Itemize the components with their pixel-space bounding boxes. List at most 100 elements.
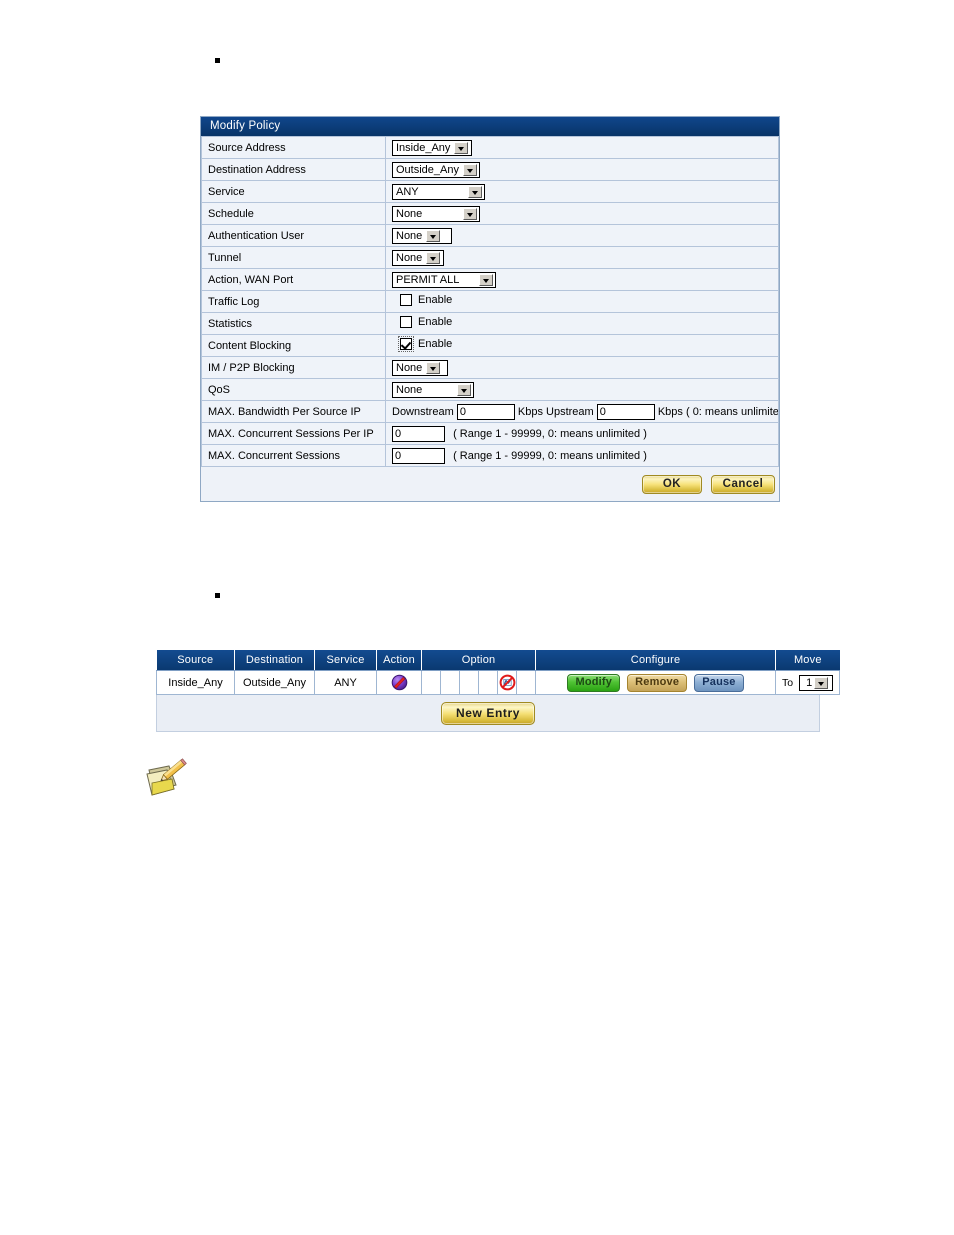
form-row-max-concurrent-sessions-per-ip: MAX. Concurrent Sessions Per IP ( Range … — [201, 422, 779, 445]
chevron-down-icon[interactable] — [462, 163, 477, 176]
modify-policy-panel: Modify Policy Source Address Inside_Any … — [200, 116, 780, 502]
form-button-row: OK Cancel — [201, 467, 779, 501]
chevron-down-icon[interactable] — [463, 207, 477, 220]
upstream-label: Upstream — [546, 405, 594, 418]
label-statistics: Statistics — [201, 312, 386, 335]
service-select[interactable]: ANY — [392, 183, 485, 200]
kbps-label-downstream: Kbps — [517, 405, 543, 418]
pause-button[interactable]: Pause — [694, 673, 744, 692]
cell-move: To 1 — [775, 670, 841, 695]
bullet-item-1 — [215, 58, 228, 63]
field-tunnel: None — [385, 246, 779, 269]
label-max-concurrent-sessions: MAX. Concurrent Sessions — [201, 444, 386, 467]
new-entry-button[interactable]: New Entry — [440, 702, 536, 725]
form-row-source-address: Source Address Inside_Any — [201, 136, 779, 159]
statistics-checkbox[interactable] — [400, 316, 412, 328]
authentication-user-select[interactable]: None — [392, 227, 452, 244]
content-blocking-icon — [499, 674, 516, 691]
label-max-bandwidth-per-source-ip: MAX. Bandwidth Per Source IP — [201, 400, 386, 423]
cell-option-content-blocking — [497, 670, 517, 695]
modify-button[interactable]: Modify — [567, 673, 621, 692]
source-address-value: Inside_Any — [396, 141, 451, 154]
field-qos: None — [385, 378, 779, 401]
im-p2p-blocking-select[interactable]: None — [392, 359, 448, 376]
permit-all-icon — [391, 674, 408, 691]
bullet-item-2 — [215, 593, 228, 598]
label-destination-address: Destination Address — [201, 158, 386, 181]
chevron-down-icon[interactable] — [468, 185, 482, 198]
sessions-per-ip-hint: ( Range 1 - 99999, 0: means unlimited ) — [453, 427, 647, 440]
traffic-log-checkbox[interactable] — [400, 294, 412, 306]
chevron-down-icon[interactable] — [479, 273, 493, 286]
downstream-label: Downstream — [392, 405, 454, 418]
field-destination-address: Outside_Any — [385, 158, 779, 181]
move-to-select[interactable]: 1 — [799, 674, 834, 691]
schedule-select[interactable]: None — [392, 205, 480, 222]
max-concurrent-sessions-input[interactable] — [392, 447, 445, 464]
service-value: ANY — [396, 185, 419, 198]
kbps-label-upstream: Kbps — [657, 405, 683, 418]
chevron-down-icon[interactable] — [454, 141, 469, 154]
form-row-service: Service ANY — [201, 180, 779, 203]
destination-address-value: Outside_Any — [396, 163, 459, 176]
destination-address-select[interactable]: Outside_Any — [392, 161, 480, 178]
column-header-source: Source — [156, 650, 235, 671]
chevron-down-icon[interactable] — [814, 676, 829, 689]
field-action-wan-port: PERMIT ALL — [385, 268, 779, 291]
bandwidth-hint: ( 0: means unlimited ) — [685, 405, 779, 418]
upstream-input[interactable] — [596, 403, 655, 420]
policy-list-header-row: Source Destination Service Action Option… — [156, 650, 840, 671]
cell-configure: Modify Remove Pause — [535, 670, 777, 695]
remove-button[interactable]: Remove — [627, 673, 688, 692]
field-max-concurrent-sessions-per-ip: ( Range 1 - 99999, 0: means unlimited ) — [385, 422, 779, 445]
form-row-max-concurrent-sessions: MAX. Concurrent Sessions ( Range 1 - 999… — [201, 444, 779, 467]
cell-service: ANY — [314, 670, 377, 695]
form-row-tunnel: Tunnel None — [201, 246, 779, 269]
column-header-destination: Destination — [234, 650, 315, 671]
tunnel-select[interactable]: None — [392, 249, 444, 266]
max-concurrent-sessions-per-ip-input[interactable] — [392, 425, 445, 442]
sessions-hint: ( Range 1 - 99999, 0: means unlimited ) — [453, 449, 647, 462]
form-row-qos: QoS None — [201, 378, 779, 401]
form-row-traffic-log: Traffic Log Enable — [201, 290, 779, 313]
column-header-option: Option — [421, 650, 537, 671]
label-max-concurrent-sessions-per-ip: MAX. Concurrent Sessions Per IP — [201, 422, 386, 445]
column-header-configure: Configure — [535, 650, 777, 671]
chevron-down-icon[interactable] — [426, 251, 441, 264]
chevron-down-icon[interactable] — [457, 383, 471, 396]
content-blocking-checkbox[interactable] — [398, 336, 414, 352]
cancel-button[interactable]: Cancel — [711, 475, 775, 494]
qos-select[interactable]: None — [392, 381, 474, 398]
cell-option-2 — [440, 670, 460, 695]
square-bullet-icon — [215, 593, 220, 598]
source-address-select[interactable]: Inside_Any — [392, 139, 472, 156]
label-action-wan-port: Action, WAN Port — [201, 268, 386, 291]
table-row: Inside_Any Outside_Any ANY Modify Remove… — [156, 670, 841, 695]
cell-option-3 — [459, 670, 479, 695]
chevron-down-icon[interactable] — [426, 229, 441, 242]
ok-button[interactable]: OK — [641, 475, 702, 494]
downstream-input[interactable] — [456, 403, 515, 420]
field-service: ANY — [385, 180, 779, 203]
move-to-value: 1 — [806, 676, 813, 689]
cell-option-4 — [478, 670, 498, 695]
cell-source: Inside_Any — [156, 670, 235, 695]
cell-destination: Outside_Any — [234, 670, 315, 695]
form-row-action-wan-port: Action, WAN Port PERMIT ALL — [201, 268, 779, 291]
label-content-blocking: Content Blocking — [201, 334, 386, 357]
label-qos: QoS — [201, 378, 386, 401]
chevron-down-icon[interactable] — [426, 361, 441, 374]
label-service: Service — [201, 180, 386, 203]
column-header-move: Move — [775, 650, 840, 671]
form-row-im-p2p-blocking: IM / P2P Blocking None — [201, 356, 779, 379]
form-row-schedule: Schedule None — [201, 202, 779, 225]
label-im-p2p-blocking: IM / P2P Blocking — [201, 356, 386, 379]
policy-form-table: Source Address Inside_Any Destination Ad… — [201, 136, 779, 467]
form-row-content-blocking: Content Blocking Enable — [201, 334, 779, 357]
form-row-max-bandwidth: MAX. Bandwidth Per Source IP Downstream … — [201, 400, 779, 423]
content-blocking-enable-label: Enable — [418, 338, 453, 350]
action-wan-port-select[interactable]: PERMIT ALL — [392, 271, 496, 288]
tunnel-value: None — [396, 251, 423, 264]
field-schedule: None — [385, 202, 779, 225]
form-row-authentication-user: Authentication User None — [201, 224, 779, 247]
